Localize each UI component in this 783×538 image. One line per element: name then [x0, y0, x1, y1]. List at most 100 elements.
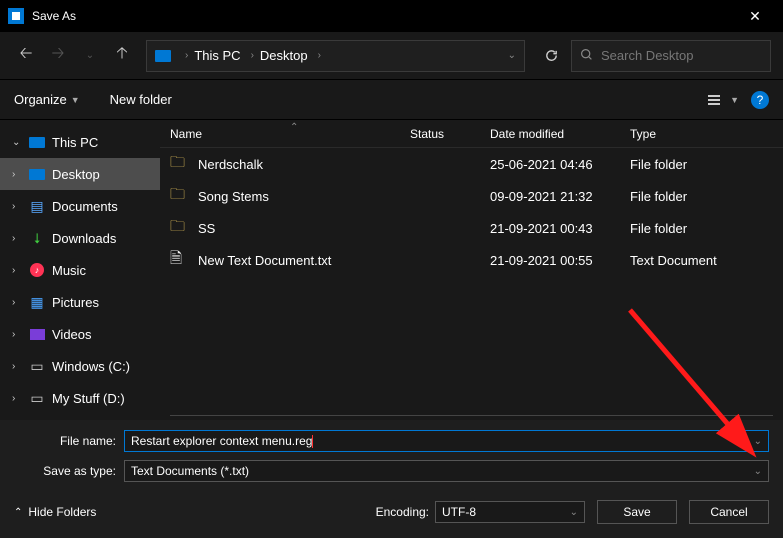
col-date[interactable]: Date modified [490, 127, 630, 141]
view-mode-button[interactable] [702, 88, 726, 112]
window-title: Save As [32, 9, 735, 23]
scrollbar-track [170, 415, 773, 416]
recent-dropdown[interactable]: ⌄ [76, 42, 104, 70]
crumb-folder[interactable]: Desktop [260, 48, 308, 63]
caret-icon: ⌄ [12, 137, 22, 148]
toolbar: Organize ▼ New folder ▼ ? [0, 80, 783, 120]
file-name: Nerdschalk [198, 157, 410, 172]
help-button[interactable]: ? [751, 91, 769, 109]
file-type: File folder [630, 157, 750, 172]
sidebar-item-this-pc[interactable]: ⌄ This PC [0, 126, 160, 158]
forward-button[interactable]: 🡢 [44, 42, 72, 70]
file-type: File folder [630, 189, 750, 204]
main-area: ⌄This PC›Desktop›▤Documents›⭣Downloads›♪… [0, 120, 783, 420]
file-name: Song Stems [198, 189, 410, 204]
bottom-panel: File name: Restart explorer context menu… [0, 420, 783, 538]
caret-down-icon[interactable]: ⌄ [754, 436, 762, 447]
sidebar-item-desktop[interactable]: ›Desktop [0, 158, 160, 190]
sidebar-item-label: Downloads [52, 231, 116, 246]
sidebar-item-windows-c-[interactable]: › ▭ Windows (C:) [0, 350, 160, 382]
sidebar-item-music[interactable]: › ♪ Music [0, 254, 160, 286]
sidebar-item-pictures[interactable]: ›▦Pictures [0, 286, 160, 318]
nav-row: 🡠 🡢 ⌄ 🡡 › This PC › Desktop › ⌄ Search D… [0, 32, 783, 80]
drive-icon: ▭ [28, 391, 46, 405]
sidebar-item-documents[interactable]: › ▤ Documents [0, 190, 160, 222]
file-name: New Text Document.txt [198, 253, 410, 268]
address-bar[interactable]: › This PC › Desktop › ⌄ [146, 40, 525, 72]
text-file-icon: 🗎 [170, 248, 190, 273]
cancel-button[interactable]: Cancel [689, 500, 769, 524]
sidebar-item-label: Music [52, 263, 86, 278]
file-name: SS [198, 221, 410, 236]
file-row[interactable]: 🗀 Song Stems 09-09-2021 21:32File folder [160, 180, 783, 212]
pc-icon [28, 135, 46, 149]
close-button[interactable]: ✕ [735, 8, 775, 25]
caret-down-icon[interactable]: ⌄ [570, 507, 578, 518]
folder-icon: 🗀 [170, 216, 190, 241]
file-date: 21-09-2021 00:55 [490, 253, 630, 268]
column-headers[interactable]: ⌃ Name Status Date modified Type [160, 120, 783, 148]
sidebar-item-label: Pictures [52, 295, 99, 310]
down-icon: ⭣ [28, 231, 46, 245]
caret-icon: › [12, 361, 22, 372]
col-type[interactable]: Type [630, 127, 740, 141]
sidebar-item-label: Windows (C:) [52, 359, 130, 374]
save-button[interactable]: Save [597, 500, 677, 524]
sidebar: ⌄This PC›Desktop›▤Documents›⭣Downloads›♪… [0, 120, 160, 420]
caret-icon: › [12, 297, 22, 308]
caret-icon: › [12, 329, 22, 340]
back-button[interactable]: 🡠 [12, 42, 40, 70]
chevron-right-icon: › [185, 50, 188, 61]
save-type-select[interactable]: Text Documents (*.txt) ⌄ [124, 460, 769, 482]
file-name-label: File name: [14, 434, 124, 448]
chevron-right-icon: › [318, 50, 321, 61]
sidebar-item-label: My Stuff (D:) [52, 391, 125, 406]
caret-icon: › [12, 201, 22, 212]
encoding-label: Encoding: [376, 505, 429, 519]
encoding-select[interactable]: UTF-8 ⌄ [435, 501, 585, 523]
sidebar-item-downloads[interactable]: › ⭣ Downloads [0, 222, 160, 254]
file-type: File folder [630, 221, 750, 236]
drive-icon: ▭ [28, 359, 46, 373]
caret-icon: › [12, 169, 22, 180]
col-status[interactable]: Status [410, 127, 490, 141]
caret-icon: › [12, 265, 22, 276]
new-folder-button[interactable]: New folder [110, 92, 172, 107]
music-icon: ♪ [28, 263, 46, 277]
hide-folders-button[interactable]: ⌃ Hide Folders [14, 505, 96, 519]
caret-down-icon[interactable]: ▼ [730, 95, 739, 105]
sort-indicator: ⌃ [290, 122, 298, 133]
app-icon [8, 8, 24, 24]
sidebar-item-videos[interactable]: ›Videos [0, 318, 160, 350]
sidebar-item-label: This PC [52, 135, 98, 150]
pc-icon [155, 50, 171, 62]
search-input[interactable]: Search Desktop [571, 40, 771, 72]
file-date: 25-06-2021 04:46 [490, 157, 630, 172]
file-type: Text Document [630, 253, 750, 268]
folder-icon: 🗀 [170, 152, 190, 177]
desktop-icon [28, 167, 46, 181]
sidebar-item-my-stuff-d-[interactable]: › ▭ My Stuff (D:) [0, 382, 160, 414]
crumb-pc[interactable]: This PC [194, 48, 240, 63]
search-placeholder: Search Desktop [601, 48, 694, 63]
vid-icon [28, 327, 46, 341]
file-date: 09-09-2021 21:32 [490, 189, 630, 204]
file-name-input[interactable]: Restart explorer context menu.reg ⌄ [124, 430, 769, 452]
caret-icon: › [12, 393, 22, 404]
caret-down-icon[interactable]: ⌄ [754, 466, 762, 477]
refresh-button[interactable] [535, 40, 567, 72]
save-type-label: Save as type: [14, 464, 124, 478]
doc-icon: ▤ [28, 199, 46, 213]
folder-icon: 🗀 [170, 184, 190, 209]
caret-icon: › [12, 233, 22, 244]
sidebar-item-label: Documents [52, 199, 118, 214]
chevron-right-icon: › [251, 50, 254, 61]
up-button[interactable]: 🡡 [108, 42, 136, 70]
file-row[interactable]: 🗎 New Text Document.txt 21-09-2021 00:55Te… [160, 244, 783, 276]
title-bar: Save As ✕ [0, 0, 783, 32]
file-row[interactable]: 🗀SS21-09-2021 00:43File folder [160, 212, 783, 244]
file-row[interactable]: 🗀 Nerdschalk 25-06-2021 04:46File folder [160, 148, 783, 180]
address-dropdown[interactable]: ⌄ [508, 50, 516, 61]
organize-button[interactable]: Organize ▼ [14, 92, 80, 107]
file-list: ⌃ Name Status Date modified Type 🗀 Nerdsc… [160, 120, 783, 420]
